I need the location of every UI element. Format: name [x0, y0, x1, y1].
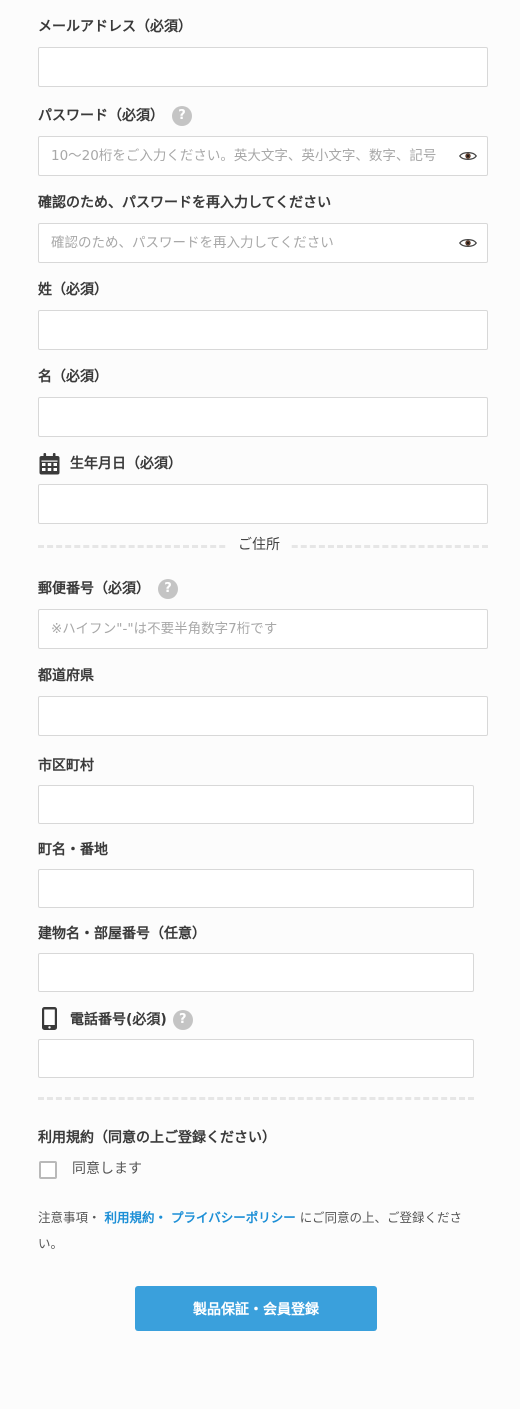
phone-field-box: [38, 1039, 474, 1078]
postal-input[interactable]: [39, 610, 487, 648]
street-label: 町名・番地: [38, 842, 108, 858]
phone-label-row: 電話番号(必須)?: [70, 1010, 193, 1030]
postal-label: 郵便番号（必須）: [38, 581, 150, 597]
birthday-input[interactable]: [39, 485, 487, 523]
birthday-field-box: [38, 484, 488, 524]
eye-icon[interactable]: [459, 150, 477, 162]
register-button[interactable]: 製品保証・会員登録: [135, 1286, 377, 1331]
postal-label-row: 郵便番号（必須）?: [38, 579, 178, 599]
privacy-policy-link[interactable]: プライバシーポリシー: [171, 1210, 296, 1225]
phone-help-icon[interactable]: ?: [172, 1010, 193, 1030]
smartphone-icon: [42, 1007, 57, 1030]
confirm-password-label: 確認のため、パスワードを再入力してください: [38, 195, 332, 211]
building-label: 建物名・部屋番号（任意）: [38, 926, 206, 942]
password-label: パスワード（必須）: [38, 108, 164, 124]
city-field-box: [38, 785, 474, 824]
email-input[interactable]: [39, 48, 487, 86]
confirm-password-input[interactable]: [39, 224, 487, 262]
phone-label: 電話番号(必須): [70, 1012, 167, 1028]
calendar-icon: [39, 453, 60, 475]
address-section-title: ご住所: [228, 535, 290, 555]
firstname-field-box: [38, 397, 488, 437]
terms-note-prefix: 注意事項・: [38, 1210, 101, 1225]
email-field-box: [38, 47, 488, 87]
eye-icon[interactable]: [459, 237, 477, 249]
street-input[interactable]: [39, 870, 473, 907]
email-label: メールアドレス（必須）: [38, 19, 192, 35]
phone-input[interactable]: [39, 1040, 473, 1077]
confirm-password-field-box: [38, 223, 488, 263]
building-input[interactable]: [39, 954, 473, 991]
birthday-label: 生年月日（必須）: [70, 456, 182, 472]
city-input[interactable]: [39, 786, 473, 823]
terms-heading: 利用規約（同意の上ご登録ください）: [38, 1130, 276, 1146]
terms-link[interactable]: 利用規約・: [105, 1210, 168, 1225]
postal-help-icon[interactable]: ?: [158, 579, 178, 599]
password-input[interactable]: [39, 137, 487, 175]
street-field-box: [38, 869, 474, 908]
building-field-box: [38, 953, 474, 992]
prefecture-input[interactable]: [39, 697, 487, 735]
lastname-label: 姓（必須）: [38, 282, 108, 298]
agree-checkbox[interactable]: [39, 1161, 57, 1179]
firstname-input[interactable]: [39, 398, 487, 436]
section-divider: [38, 1097, 474, 1100]
prefecture-label: 都道府県: [38, 668, 94, 684]
terms-note: 注意事項・ 利用規約・ プライバシーポリシー にご同意の上、ご登録ください。: [38, 1205, 478, 1257]
password-help-icon[interactable]: ?: [172, 106, 192, 126]
lastname-field-box: [38, 310, 488, 350]
password-label-row: パスワード（必須）?: [38, 106, 192, 126]
agree-label[interactable]: 同意します: [72, 1159, 142, 1179]
firstname-label: 名（必須）: [38, 369, 108, 385]
postal-field-box: [38, 609, 488, 649]
prefecture-field-box: [38, 696, 488, 736]
city-label: 市区町村: [38, 758, 94, 774]
lastname-input[interactable]: [39, 311, 487, 349]
password-field-box: [38, 136, 488, 176]
